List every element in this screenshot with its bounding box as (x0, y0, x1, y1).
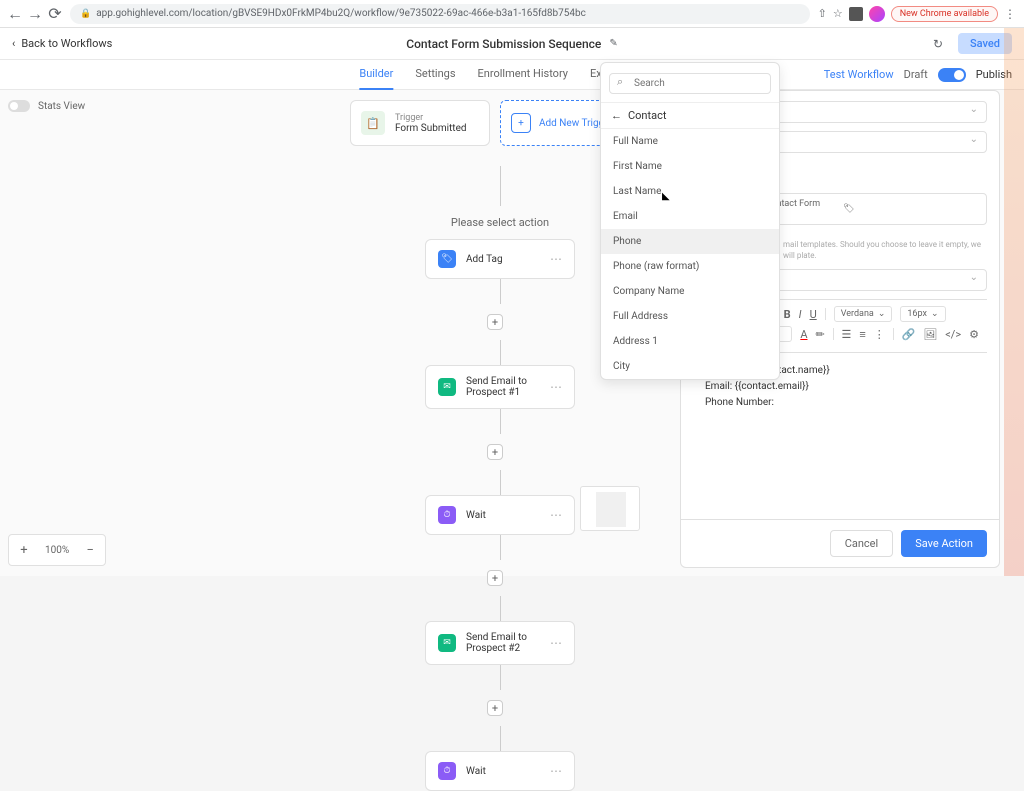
wait-icon: ⏱ (438, 762, 456, 780)
step-more-icon[interactable]: ⋯ (550, 380, 562, 394)
variable-option[interactable]: Phone (601, 229, 779, 254)
link-icon[interactable]: 🔗 (902, 328, 916, 341)
email-icon: ✉ (438, 634, 456, 652)
step-card[interactable]: ✉ Send Email to Prospect #2 ⋯ (425, 621, 575, 665)
tab-enrollment-history[interactable]: Enrollment History (478, 59, 568, 90)
step-card[interactable]: 🏷 Add Tag ⋯ (425, 239, 575, 279)
arrow-left-icon: ← (611, 109, 622, 122)
browser-chrome: ← → ⟳ 🔒 app.gohighlevel.com/location/gBV… (0, 0, 1024, 28)
app-header: ‹ Back to Workflows Contact Form Submiss… (0, 28, 1024, 60)
trigger-value: Form Submitted (395, 123, 467, 134)
variable-option[interactable]: Full Name (601, 129, 779, 154)
reload-icon[interactable]: ⟳ (48, 7, 62, 21)
list-icon[interactable]: ☰ (841, 328, 851, 341)
zoom-level: 100% (37, 545, 77, 556)
step-label: Wait (466, 766, 540, 777)
extension-icon[interactable] (849, 7, 863, 21)
variable-option[interactable]: Address 1 (601, 329, 779, 354)
url-text: app.gohighlevel.com/location/gBVSE9HDx0F… (96, 8, 586, 19)
step-more-icon[interactable]: ⋯ (550, 252, 562, 266)
popup-category-header[interactable]: ← Contact (601, 103, 779, 129)
step-more-icon[interactable]: ⋯ (550, 764, 562, 778)
add-step-button[interactable]: + (487, 314, 503, 330)
font-size-select[interactable]: 16px ⌄ (900, 306, 945, 322)
back-icon[interactable]: ← (8, 7, 22, 21)
edit-title-icon[interactable]: ✎ (609, 38, 617, 49)
step-label: Send Email to Prospect #2 (466, 632, 540, 654)
search-input[interactable] (609, 73, 771, 94)
variable-option[interactable]: City (601, 354, 779, 379)
text-color-icon[interactable]: A (800, 328, 807, 341)
trigger-label: Trigger (395, 113, 467, 123)
settings-icon[interactable]: ⚙ (969, 328, 979, 341)
variable-option[interactable]: Company Name (601, 279, 779, 304)
more-icon[interactable]: ⋮ (874, 328, 885, 341)
stats-view-toggle[interactable]: Stats View (8, 100, 85, 112)
underline-icon[interactable]: U (810, 308, 817, 321)
draft-label: Draft (904, 68, 928, 81)
font-select[interactable]: Verdana ⌄ (834, 306, 893, 322)
step-more-icon[interactable]: ⋯ (550, 636, 562, 650)
bold-icon[interactable]: B (784, 308, 791, 321)
step-label: Add Tag (466, 254, 540, 265)
variable-option[interactable]: Phone (raw format) (601, 254, 779, 279)
step-label: Send Email to Prospect #1 (466, 376, 540, 398)
zoom-controls: + 100% − (8, 534, 106, 566)
forward-icon[interactable]: → (28, 7, 42, 21)
bookmark-icon[interactable]: ☆ (833, 7, 843, 20)
stats-switch[interactable] (8, 100, 30, 112)
workflow-title: Contact Form Submission Sequence (406, 37, 601, 51)
chrome-update-badge[interactable]: New Chrome available (891, 6, 998, 22)
right-edge-decoration (1004, 28, 1024, 576)
url-bar[interactable]: 🔒 app.gohighlevel.com/location/gBVSE9HDx… (70, 4, 810, 24)
history-icon[interactable]: ↻ (928, 34, 948, 54)
test-workflow-link[interactable]: Test Workflow (824, 68, 894, 81)
email-icon: ✉ (438, 378, 456, 396)
variable-option[interactable]: Full Address (601, 304, 779, 329)
publish-toggle[interactable] (938, 68, 966, 82)
add-step-button[interactable]: + (487, 700, 503, 716)
form-icon: 📋 (361, 111, 385, 135)
plus-icon: + (511, 113, 531, 133)
italic-icon[interactable]: I (799, 308, 802, 321)
trigger-card[interactable]: 📋 Trigger Form Submitted (350, 100, 490, 146)
step-card[interactable]: ✉ Send Email to Prospect #1 ⋯ (425, 365, 575, 409)
add-step-button[interactable]: + (487, 444, 503, 460)
tab-settings[interactable]: Settings (415, 59, 455, 90)
step-label: Wait (466, 510, 540, 521)
step-more-icon[interactable]: ⋯ (550, 508, 562, 522)
step-card[interactable]: ⏱ Wait ⋯ (425, 751, 575, 791)
variable-picker-popup: ← Contact Full NameFirst NameLast NameEm… (600, 62, 780, 380)
tag-icon[interactable]: 🏷 (843, 204, 978, 214)
tab-builder[interactable]: Builder (359, 59, 393, 90)
save-action-button[interactable]: Save Action (901, 530, 987, 557)
variable-option[interactable]: Email (601, 204, 779, 229)
variable-option[interactable]: Last Name (601, 179, 779, 204)
add-step-button[interactable]: + (487, 570, 503, 586)
tag-icon: 🏷 (438, 250, 456, 268)
zoom-in-button[interactable]: + (13, 539, 35, 561)
profile-avatar[interactable] (869, 6, 885, 22)
share-icon[interactable]: ⇧ (818, 7, 827, 20)
step-card[interactable]: ⏱ Wait ⋯ (425, 495, 575, 535)
lock-icon: 🔒 (80, 9, 91, 19)
chevron-left-icon: ‹ (12, 37, 15, 50)
code-icon[interactable]: </> (945, 328, 961, 341)
variable-option[interactable]: First Name (601, 154, 779, 179)
zoom-out-button[interactable]: − (79, 539, 101, 561)
wait-icon: ⏱ (438, 506, 456, 524)
cancel-button[interactable]: Cancel (830, 530, 893, 557)
minimap[interactable] (580, 486, 640, 531)
back-to-workflows[interactable]: ‹ Back to Workflows (12, 37, 112, 50)
tabs-bar: BuilderSettingsEnrollment HistoryExecuti… (0, 60, 1024, 90)
align-icon[interactable]: ≡ (859, 328, 865, 341)
image-icon[interactable]: 🖼 (923, 328, 937, 341)
highlight-icon[interactable]: ✏ (816, 328, 825, 341)
browser-menu-icon[interactable]: ⋮ (1004, 7, 1016, 21)
